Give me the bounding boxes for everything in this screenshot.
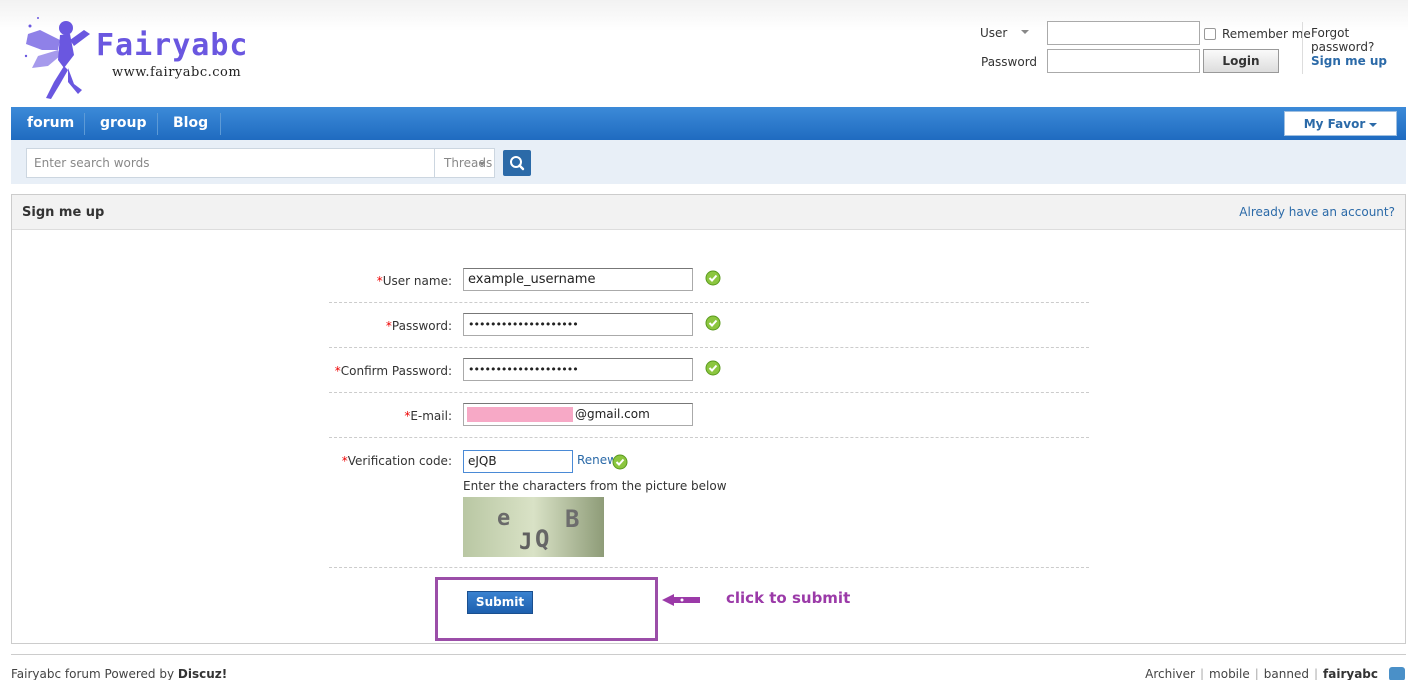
- footer-link-banned[interactable]: banned: [1264, 667, 1309, 680]
- username-field[interactable]: example_username: [463, 268, 693, 291]
- fairy-logo-icon: [24, 17, 90, 99]
- sign-up-link[interactable]: Sign me up: [1311, 54, 1387, 68]
- footer-links: Archiver | mobile | banned | fairyabc: [1145, 667, 1378, 680]
- row-divider: [329, 567, 1089, 568]
- site-badge-icon[interactable]: [1389, 667, 1405, 680]
- select-arrow-icon: [479, 162, 485, 166]
- site-logo[interactable]: Fairyabc www.fairyabc.com: [18, 10, 278, 102]
- remember-me-checkbox[interactable]: [1204, 28, 1216, 40]
- nav-item-forum[interactable]: forum: [27, 107, 74, 140]
- verification-hint: Enter the characters from the picture be…: [463, 479, 727, 493]
- footer-divider: [11, 654, 1406, 655]
- verification-label: *Verification code:: [322, 454, 452, 468]
- confirm-password-field[interactable]: ••••••••••••••••••••: [463, 358, 693, 381]
- row-divider: [329, 392, 1089, 393]
- search-input[interactable]: Enter search words: [26, 148, 435, 178]
- check-circle-icon: [705, 315, 721, 331]
- username-label: *User name:: [322, 274, 452, 288]
- check-circle-icon: [705, 360, 721, 376]
- logo-url: www.fairyabc.com: [112, 65, 242, 80]
- password-label: Password: [981, 55, 1038, 69]
- search-bar: Enter search words Threads: [11, 140, 1406, 184]
- row-divider: [329, 437, 1089, 438]
- search-icon: [510, 156, 525, 171]
- signup-panel: Sign me up Already have an account? *Use…: [11, 194, 1406, 644]
- username-label-text: User name:: [382, 274, 452, 288]
- caret-down-icon: [1369, 122, 1378, 127]
- footer-powered-by: Fairyabc forum Powered by Discuz!: [11, 667, 227, 680]
- have-account-link[interactable]: Already have an account?: [1239, 205, 1395, 219]
- main-nav: forum group Blog My Favor: [11, 107, 1406, 140]
- remember-me-label: Remember me: [1222, 27, 1311, 41]
- email-label: *E-mail:: [322, 409, 452, 423]
- confirm-password-label: *Confirm Password:: [322, 364, 452, 378]
- check-circle-icon: [612, 454, 628, 470]
- login-password-input[interactable]: [1047, 49, 1200, 73]
- check-circle-icon: [705, 270, 721, 286]
- row-divider: [329, 347, 1089, 348]
- row-divider: [329, 302, 1089, 303]
- password-field-label: *Password:: [322, 319, 452, 333]
- verification-label-text: Verification code:: [347, 454, 452, 468]
- verification-code-field[interactable]: eJQB: [463, 450, 573, 473]
- footer-link-mobile[interactable]: mobile: [1209, 667, 1250, 680]
- forgot-password-link[interactable]: Forgot password?: [1311, 26, 1408, 54]
- user-type-dropdown-icon[interactable]: [1021, 30, 1029, 34]
- nav-item-blog[interactable]: Blog: [173, 107, 208, 140]
- user-label: User: [980, 26, 1008, 40]
- arrow-left-icon: [662, 594, 700, 606]
- nav-divider: [84, 113, 85, 135]
- footer-link-archiver[interactable]: Archiver: [1145, 667, 1195, 680]
- password-field[interactable]: ••••••••••••••••••••: [463, 313, 693, 336]
- submit-button[interactable]: Submit: [467, 591, 533, 614]
- header-divider: [1302, 22, 1303, 74]
- renew-captcha-link[interactable]: Renew: [577, 453, 617, 467]
- email-domain: @gmail.com: [575, 407, 650, 421]
- top-header: Fairyabc www.fairyabc.com User Remember …: [0, 0, 1408, 104]
- my-favor-button[interactable]: My Favor: [1284, 111, 1397, 136]
- nav-item-group[interactable]: group: [100, 107, 147, 140]
- svg-text:Q: Q: [535, 525, 549, 553]
- svg-text:B: B: [565, 505, 579, 533]
- page-title: Sign me up: [22, 205, 105, 220]
- footer-brand[interactable]: fairyabc: [1323, 667, 1378, 680]
- search-button[interactable]: [503, 150, 531, 176]
- password-label-text: Password:: [391, 319, 452, 333]
- panel-header: Sign me up Already have an account?: [12, 195, 1405, 230]
- email-label-text: E-mail:: [410, 409, 452, 423]
- confirm-password-label-text: Confirm Password:: [340, 364, 452, 378]
- login-button[interactable]: Login: [1203, 49, 1279, 73]
- my-favor-label: My Favor: [1303, 117, 1366, 131]
- annotation-note: click to submit: [726, 589, 851, 607]
- login-username-input[interactable]: [1047, 21, 1200, 45]
- captcha-image[interactable]: e J Q B: [463, 497, 604, 557]
- nav-divider: [220, 113, 221, 135]
- svg-text:e: e: [497, 506, 510, 531]
- svg-text:J: J: [519, 530, 532, 555]
- email-field[interactable]: @gmail.com: [463, 403, 693, 426]
- footer-discuz-link[interactable]: Discuz!: [178, 667, 227, 680]
- logo-title: Fairyabc: [96, 28, 249, 63]
- search-type-select[interactable]: Threads: [434, 148, 495, 178]
- footer-powered-text: Fairyabc forum Powered by: [11, 667, 178, 680]
- redacted-mask: [467, 407, 573, 422]
- nav-divider: [157, 113, 158, 135]
